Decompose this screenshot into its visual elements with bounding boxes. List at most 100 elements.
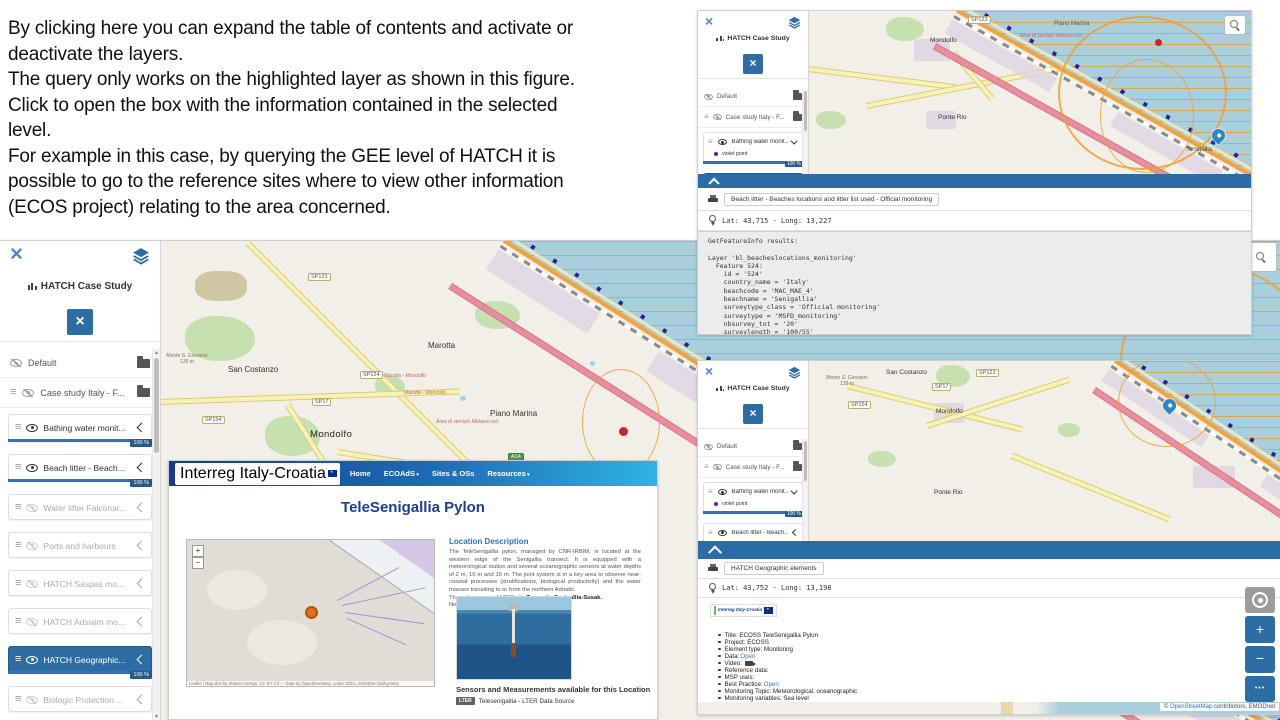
layer-card[interactable]: ≡Bathing water monit...violet point100 % <box>703 132 803 164</box>
more-tools-button[interactable]: ••• <box>1245 676 1275 702</box>
open-link[interactable]: Open <box>740 653 755 660</box>
eye-icon[interactable] <box>26 656 38 664</box>
drag-handle-icon[interactable]: ≡ <box>708 488 713 496</box>
chevron-down-icon[interactable] <box>791 487 798 494</box>
close-icon[interactable]: × <box>10 243 23 265</box>
drag-handle-icon[interactable]: ≡ <box>708 138 713 146</box>
nav-sites-oss[interactable]: Sites & OSs <box>432 469 475 478</box>
zoom-in-button[interactable]: + <box>1245 616 1275 643</box>
scrollbar[interactable] <box>802 439 808 541</box>
layer-card[interactable]: ≡Bathing water monit...violet point100 % <box>703 482 803 514</box>
layer-card[interactable]: ≡HATCH Saspas mo... <box>8 570 152 596</box>
layer-group-row[interactable]: Default <box>0 349 160 378</box>
opacity-slider[interactable]: 100 % <box>8 479 152 482</box>
pylon-marker[interactable] <box>305 606 318 619</box>
eye-slash-icon[interactable] <box>22 389 34 397</box>
locate-button[interactable] <box>1245 587 1275 613</box>
nav-ecoads[interactable]: ECOAdS ▾ <box>384 469 419 478</box>
drag-handle-icon[interactable]: ≡ <box>704 463 709 471</box>
chevron-left-icon[interactable] <box>137 503 147 513</box>
layer-card[interactable]: ≡HATCH Geographic...100 % <box>8 646 152 674</box>
eye-slash-icon[interactable] <box>10 359 22 367</box>
close-icon[interactable]: × <box>705 364 713 378</box>
eye-slash-icon[interactable] <box>26 542 38 550</box>
eye-slash-icon[interactable] <box>704 444 713 450</box>
folder-icon[interactable] <box>793 443 802 450</box>
layer-card[interactable]: ≡Beach litter - Beach...100 % <box>703 523 803 542</box>
eye-icon[interactable] <box>718 139 727 145</box>
drag-handle-icon[interactable]: ≡ <box>15 616 21 627</box>
eye-icon[interactable] <box>26 424 38 432</box>
chevron-left-icon[interactable] <box>792 529 799 536</box>
layer-card[interactable]: ≡Water lifter Falconar... <box>8 494 152 520</box>
folder-icon[interactable] <box>793 93 802 100</box>
layer-card[interactable]: ≡HATCH Adswim mo... <box>8 608 152 634</box>
layers-icon[interactable] <box>788 366 801 379</box>
eye-slash-icon[interactable] <box>26 580 38 588</box>
zoom-out-button[interactable]: − <box>1245 646 1275 673</box>
layer-card[interactable]: ≡Biologic Protection ... <box>8 686 152 712</box>
layer-group-row[interactable]: ≡Case study Italy - F... <box>698 457 808 478</box>
layer-group-row[interactable]: Default <box>698 87 808 107</box>
drag-handle-icon[interactable]: ≡ <box>10 387 16 398</box>
opacity-slider[interactable]: 100 % <box>8 671 152 674</box>
map-top[interactable]: MondolfoPonte RioPiano MarinaArea di ser… <box>808 11 1251 174</box>
layer-card[interactable]: ≡Ports and harbours <box>8 532 152 558</box>
drag-handle-icon[interactable]: ≡ <box>15 462 21 473</box>
collapse-layers-button[interactable]: × <box>743 404 763 424</box>
query-result-bar[interactable] <box>698 541 1280 559</box>
nav-resources[interactable]: Resources ▾ <box>487 469 529 478</box>
search-button[interactable] <box>1224 15 1246 35</box>
eye-icon[interactable] <box>26 464 38 472</box>
video-icon[interactable] <box>745 661 753 666</box>
chevron-left-icon[interactable] <box>137 695 147 705</box>
layer-group-row[interactable]: ≡Case study Italy - F... <box>0 378 160 408</box>
nav-home[interactable]: Home <box>350 469 371 478</box>
chevron-left-icon[interactable] <box>137 541 147 551</box>
layers-icon[interactable] <box>788 16 801 29</box>
eye-icon[interactable] <box>718 530 727 536</box>
drag-handle-icon[interactable]: ≡ <box>708 529 713 537</box>
eye-slash-icon[interactable] <box>26 696 38 704</box>
drag-handle-icon[interactable]: ≡ <box>15 578 21 589</box>
chevron-left-icon[interactable] <box>137 463 147 473</box>
station-marker[interactable] <box>1155 39 1162 46</box>
collapse-layers-button[interactable]: × <box>67 309 93 335</box>
lter-source-link[interactable]: Telesenigallia - LTER Data Source <box>479 698 575 705</box>
eye-slash-icon[interactable] <box>713 464 722 470</box>
drag-handle-icon[interactable]: ≡ <box>15 694 21 705</box>
open-link[interactable]: Open <box>764 681 779 688</box>
drag-handle-icon[interactable]: ≡ <box>15 502 21 513</box>
layer-group-row[interactable]: ≡Case study Italy - F... <box>698 107 808 128</box>
chevron-left-icon[interactable] <box>137 655 147 665</box>
collapse-layers-button[interactable]: × <box>743 54 763 74</box>
opacity-slider[interactable]: 100 % <box>8 439 152 442</box>
layer-group-row[interactable]: Default <box>698 437 808 457</box>
drag-handle-icon[interactable]: ≡ <box>15 540 21 551</box>
layer-card[interactable]: ≡Beach litter - Beach...100 % <box>8 454 152 482</box>
zoom-out-button[interactable]: − <box>192 557 204 569</box>
opacity-slider[interactable]: 100 % <box>703 511 803 514</box>
folder-icon[interactable] <box>793 114 802 121</box>
location-minimap[interactable]: + − Leaflet | Map tiles by Stamen Design… <box>186 539 435 687</box>
scrollbar[interactable]: ▲ ▼ <box>152 349 160 720</box>
chevron-left-icon[interactable] <box>137 423 147 433</box>
eye-icon[interactable] <box>718 489 727 495</box>
osm-link[interactable]: OpenStreetMap <box>1170 704 1212 710</box>
chevron-down-icon[interactable] <box>791 137 798 144</box>
zoom-in-button[interactable]: + <box>192 545 204 557</box>
eye-slash-icon[interactable] <box>704 94 713 100</box>
eye-slash-icon[interactable] <box>26 504 38 512</box>
folder-icon[interactable] <box>137 359 150 368</box>
print-icon[interactable] <box>708 564 718 573</box>
map-bottom[interactable]: San CostanzoMonte S. Giovanni 139 mMondo… <box>808 361 1280 541</box>
folder-icon[interactable] <box>793 464 802 471</box>
chevron-left-icon[interactable] <box>137 617 147 627</box>
folder-icon[interactable] <box>137 388 150 397</box>
eye-slash-icon[interactable] <box>26 618 38 626</box>
scrollbar[interactable] <box>802 89 808 174</box>
drag-handle-icon[interactable]: ≡ <box>15 654 21 665</box>
drag-handle-icon[interactable]: ≡ <box>704 113 709 121</box>
drag-handle-icon[interactable]: ≡ <box>15 422 21 433</box>
eye-slash-icon[interactable] <box>713 114 722 120</box>
